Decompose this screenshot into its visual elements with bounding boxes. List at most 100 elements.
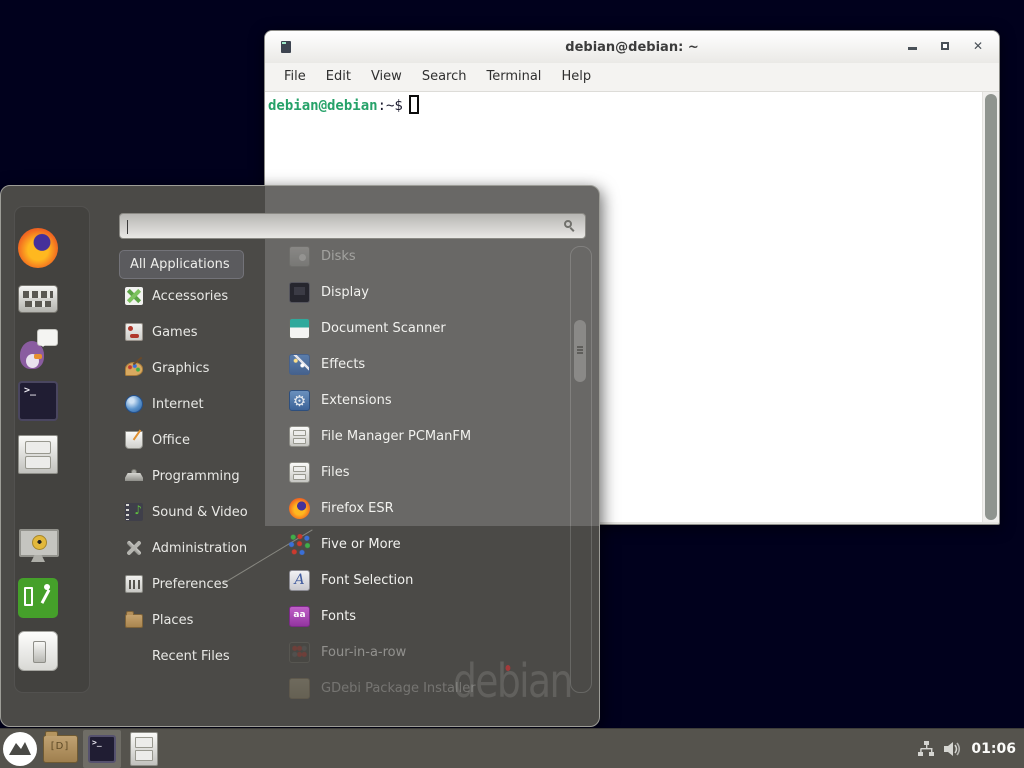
fonts-icon	[289, 606, 310, 627]
terminal-menubar: File Edit View Search Terminal Help	[265, 63, 999, 92]
category-games[interactable]: Games	[119, 314, 279, 350]
category-recent-files[interactable]: Recent Files	[119, 638, 279, 674]
menu-search[interactable]: Search	[412, 63, 477, 91]
menu-search-box[interactable]	[119, 213, 586, 239]
menu-file[interactable]: File	[274, 63, 316, 91]
places-folder-icon	[125, 614, 143, 628]
lock-screen-icon	[18, 527, 58, 567]
category-administration[interactable]: Administration	[119, 530, 279, 566]
search-input[interactable]	[126, 217, 560, 237]
taskbar-files-icon	[130, 732, 158, 766]
category-sound-video[interactable]: Sound & Video	[119, 494, 279, 530]
pidgin-icon	[18, 329, 58, 369]
taskbar-terminal-button[interactable]	[83, 730, 121, 768]
shell-prompt: debian@debian:~$	[268, 95, 419, 116]
app-item-file-manager-pcmanfm[interactable]: File Manager PCManFM	[289, 418, 567, 454]
favorite-firefox-button[interactable]	[18, 228, 58, 268]
menu-scrollbar-thumb[interactable]	[574, 320, 586, 382]
application-menu: debian	[0, 185, 600, 727]
gdebi-icon	[289, 678, 310, 699]
app-item-fonts[interactable]: Fonts	[289, 598, 567, 634]
files-icon	[289, 462, 310, 483]
app-item-disks[interactable]: Disks	[289, 238, 567, 274]
logout-icon	[18, 578, 58, 618]
shutdown-button[interactable]	[18, 631, 58, 671]
taskbar-files-button[interactable]	[125, 730, 163, 768]
maximize-button[interactable]	[938, 39, 954, 55]
menu-edit[interactable]: Edit	[316, 63, 361, 91]
application-list: Disks Display Document Scanner Effects E…	[289, 238, 567, 706]
terminal-scrollbar[interactable]	[982, 92, 999, 522]
desktop-folder-icon: [D]	[43, 735, 78, 763]
desktop: debian@debian: ~ File Edit View Search T…	[0, 0, 1024, 768]
terminal-icon	[18, 381, 58, 421]
menu-terminal[interactable]: Terminal	[476, 63, 551, 91]
favorite-terminal-button[interactable]	[18, 381, 58, 421]
favorite-pidgin-button[interactable]	[18, 329, 58, 369]
all-applications-button[interactable]: All Applications	[119, 250, 244, 279]
taskbar-terminal-icon	[88, 735, 116, 763]
mountain-logo	[3, 732, 37, 766]
five-or-more-icon	[289, 534, 310, 555]
close-button[interactable]	[971, 39, 987, 55]
volume-icon[interactable]	[944, 741, 962, 757]
preferences-icon	[125, 575, 143, 593]
terminal-scrollbar-thumb[interactable]	[985, 94, 997, 520]
favorite-files-button[interactable]	[18, 434, 58, 474]
search-icon	[564, 220, 577, 233]
category-list: Accessories Games Graphics Internet Offi…	[119, 278, 279, 674]
system-tray: 01:06	[918, 741, 1024, 757]
clock[interactable]: 01:06	[971, 741, 1016, 757]
firefox-icon	[18, 228, 58, 268]
display-icon	[289, 282, 310, 303]
menu-view[interactable]: View	[361, 63, 412, 91]
terminal-titlebar[interactable]: debian@debian: ~	[265, 31, 999, 63]
category-preferences[interactable]: Preferences	[119, 566, 279, 602]
folder-badge: [D]	[44, 741, 77, 752]
lock-screen-button[interactable]	[18, 527, 58, 567]
internet-globe-icon	[125, 395, 143, 413]
prompt-suffix: :~$	[378, 98, 403, 114]
firefox-esr-icon	[289, 498, 310, 519]
administration-tools-icon	[125, 539, 143, 557]
category-internet[interactable]: Internet	[119, 386, 279, 422]
app-item-document-scanner[interactable]: Document Scanner	[289, 310, 567, 346]
app-item-four-in-a-row[interactable]: Four-in-a-row	[289, 634, 567, 670]
category-graphics[interactable]: Graphics	[119, 350, 279, 386]
app-item-firefox-esr[interactable]: Firefox ESR	[289, 490, 567, 526]
extensions-gear-icon	[289, 390, 310, 411]
accessories-icon	[125, 287, 143, 305]
games-icon	[125, 323, 143, 341]
programming-icon	[125, 467, 143, 485]
app-item-files[interactable]: Files	[289, 454, 567, 490]
category-accessories[interactable]: Accessories	[119, 278, 279, 314]
window-title: debian@debian: ~	[265, 40, 999, 55]
logout-button[interactable]	[18, 578, 58, 618]
font-selection-icon	[289, 570, 310, 591]
favorite-software-button[interactable]	[18, 279, 58, 319]
app-item-extensions[interactable]: Extensions	[289, 382, 567, 418]
sound-video-icon	[125, 503, 143, 521]
start-menu-button[interactable]	[3, 732, 37, 766]
category-office[interactable]: Office	[119, 422, 279, 458]
desktop-folder-button[interactable]: [D]	[41, 730, 79, 768]
taskbar: [D] 01:06	[0, 728, 1024, 768]
app-item-font-selection[interactable]: Font Selection	[289, 562, 567, 598]
menu-scrollbar[interactable]	[570, 246, 592, 693]
app-item-display[interactable]: Display	[289, 274, 567, 310]
minimize-button[interactable]	[905, 39, 921, 55]
shutdown-icon	[18, 631, 58, 671]
text-caret	[127, 220, 128, 234]
graphics-icon	[125, 362, 143, 376]
menu-help[interactable]: Help	[551, 63, 601, 91]
four-in-a-row-icon	[289, 642, 310, 663]
app-item-gdebi[interactable]: GDebi Package Installer	[289, 670, 567, 706]
network-icon[interactable]	[918, 741, 935, 757]
terminal-cursor	[409, 95, 419, 114]
office-icon	[125, 431, 143, 449]
category-programming[interactable]: Programming	[119, 458, 279, 494]
app-item-effects[interactable]: Effects	[289, 346, 567, 382]
file-manager-icon	[289, 426, 310, 447]
category-places[interactable]: Places	[119, 602, 279, 638]
app-item-five-or-more[interactable]: Five or More	[289, 526, 567, 562]
